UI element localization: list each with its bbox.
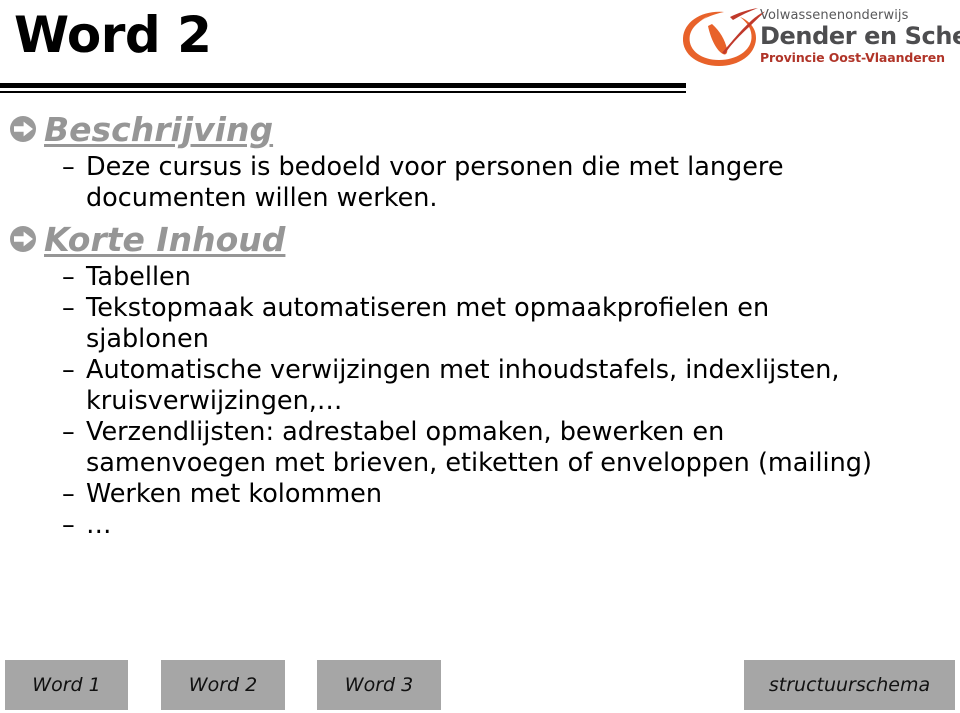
- section-item-list: – Deze cursus is bedoeld voor personen d…: [0, 152, 960, 214]
- nav-word-3-button[interactable]: Word 3: [317, 660, 441, 710]
- logo-wordmark: Volwassenenonderwijs Dender en Schelde P…: [760, 9, 960, 65]
- list-dash-marker: –: [62, 417, 75, 447]
- list-item-text: Deze cursus is bedoeld voor personen die…: [86, 152, 784, 213]
- list-item-text: Verzendlijsten: adrestabel opmaken, bewe…: [86, 417, 872, 478]
- page-title: Word 2: [14, 6, 212, 64]
- circle-arrow-right-icon: [8, 108, 44, 144]
- section-item-list: – Tabellen – Tekstopmaak automatiseren m…: [0, 262, 960, 541]
- list-item-text: Automatische verwijzingen met inhoudstaf…: [86, 355, 840, 416]
- logo-line-volwassenenonderwijs: Volwassenenonderwijs: [760, 8, 909, 23]
- nav-word-2-button[interactable]: Word 2: [161, 660, 285, 710]
- list-item: – Tekstopmaak automatiseren met opmaakpr…: [62, 293, 960, 355]
- section-heading-label: Beschrijving: [44, 110, 274, 149]
- section-heading-row: Korte Inhoud: [0, 218, 960, 262]
- list-dash-marker: –: [62, 152, 75, 182]
- footer-navigation: Word 1 Word 2 Word 3 structuurschema: [0, 660, 960, 713]
- list-item: – Deze cursus is bedoeld voor personen d…: [62, 152, 960, 214]
- list-item-text: …: [86, 510, 112, 540]
- section-heading-label: Korte Inhoud: [44, 220, 286, 259]
- slide-body: Beschrijving – Deze cursus is bedoeld vo…: [0, 108, 960, 541]
- nav-word-1-button[interactable]: Word 1: [5, 660, 128, 710]
- circle-arrow-right-icon: [8, 218, 44, 254]
- section-beschrijving: Beschrijving – Deze cursus is bedoeld vo…: [0, 108, 960, 214]
- list-dash-marker: –: [62, 262, 75, 292]
- list-item-text: Tabellen: [86, 262, 191, 292]
- section-korte-inhoud: Korte Inhoud – Tabellen – Tekstopmaak au…: [0, 218, 960, 541]
- logo-line-provincie: Provincie Oost-Vlaanderen: [760, 50, 945, 65]
- list-item-text: Tekstopmaak automatiseren met opmaakprof…: [86, 293, 770, 354]
- divider-thick-rule: [0, 83, 686, 88]
- list-dash-marker: –: [62, 510, 75, 540]
- list-item: – Werken met kolommen: [62, 479, 960, 510]
- organization-logo: Volwassenenonderwijs Dender en Schelde P…: [678, 4, 960, 76]
- list-item: – Verzendlijsten: adrestabel opmaken, be…: [62, 417, 960, 479]
- list-dash-marker: –: [62, 479, 75, 509]
- list-item-text: Werken met kolommen: [86, 479, 383, 509]
- list-item: – Tabellen: [62, 262, 960, 293]
- nav-structuurschema-button[interactable]: structuurschema: [744, 660, 955, 710]
- list-item: – Automatische verwijzingen met inhoudst…: [62, 355, 960, 417]
- list-dash-marker: –: [62, 293, 75, 323]
- section-heading-row: Beschrijving: [0, 108, 960, 152]
- vdos-swoosh-logo-icon: [678, 4, 766, 72]
- title-divider: [0, 83, 686, 94]
- list-item: – …: [62, 510, 960, 541]
- logo-line-dender-en-schelde: Dender en Schelde: [760, 22, 960, 50]
- list-dash-marker: –: [62, 355, 75, 385]
- divider-thin-rule: [0, 91, 686, 93]
